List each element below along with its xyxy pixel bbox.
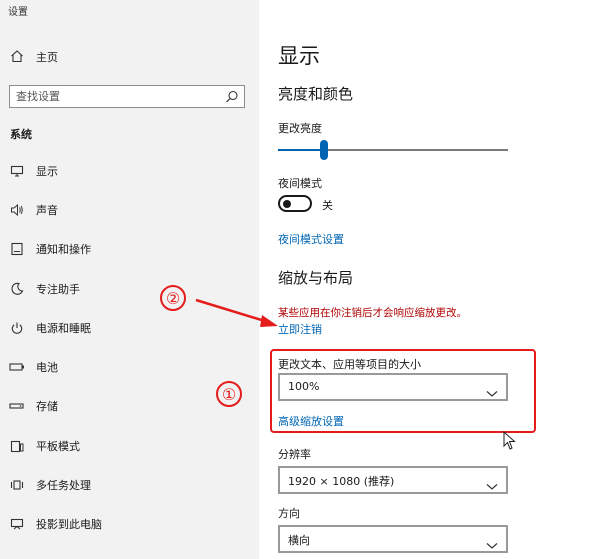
- brightness-slider[interactable]: [278, 139, 508, 161]
- sidebar-item-label: 投影到此电脑: [36, 518, 102, 532]
- sidebar-nav: 显示 声音 通知和操作 专注助手 电源和睡眠 电池 存储 平板模式 多任务处理 …: [0, 151, 259, 544]
- sidebar: 设置 主页 系统 显示 声音 通知和操作: [0, 0, 259, 559]
- brightness-color-heading: 亮度和颜色: [278, 85, 354, 103]
- sidebar-home[interactable]: 主页: [10, 48, 58, 66]
- sidebar-item-focus-assist[interactable]: 专注助手: [0, 269, 259, 308]
- sidebar-item-label: 电池: [36, 361, 58, 375]
- sidebar-item-label: 存储: [36, 400, 58, 414]
- settings-window: 设置 主页 系统 显示 声音 通知和操作: [0, 0, 600, 559]
- advanced-scaling-link[interactable]: 高级缩放设置: [278, 413, 344, 429]
- multitask-icon: [9, 477, 25, 493]
- resolution-value: 1920 × 1080 (推荐): [288, 475, 395, 488]
- storage-icon: [9, 398, 25, 414]
- chevron-down-icon: [486, 535, 498, 554]
- sidebar-item-label: 声音: [36, 203, 58, 217]
- sidebar-item-label: 平板模式: [36, 439, 80, 453]
- night-light-toggle[interactable]: [278, 195, 312, 212]
- resolution-label: 分辨率: [278, 448, 311, 461]
- brightness-slider-thumb[interactable]: [320, 140, 328, 160]
- sidebar-item-notifications[interactable]: 通知和操作: [0, 230, 259, 269]
- sidebar-item-label: 显示: [36, 164, 58, 178]
- text-size-label: 更改文本、应用等项目的大小: [278, 358, 421, 371]
- search-input[interactable]: [10, 86, 220, 107]
- main-content: 显示 亮度和颜色 更改亮度 夜间模式 关 夜间模式设置 缩放与布局 某些应用在你…: [259, 0, 600, 559]
- speaker-icon: [9, 202, 25, 218]
- window-title: 设置: [8, 7, 28, 18]
- brightness-slider-track: [328, 149, 508, 151]
- scale-layout-heading: 缩放与布局: [278, 269, 354, 287]
- chevron-down-icon: [486, 383, 498, 402]
- sidebar-item-multitasking[interactable]: 多任务处理: [0, 465, 259, 504]
- tablet-icon: [9, 438, 25, 454]
- text-size-value: 100%: [288, 380, 320, 393]
- orientation-value: 横向: [288, 534, 310, 547]
- sidebar-item-power-sleep[interactable]: 电源和睡眠: [0, 308, 259, 347]
- chevron-down-icon: [486, 476, 498, 495]
- battery-icon: [9, 359, 25, 375]
- text-size-dropdown[interactable]: 100%: [278, 373, 508, 401]
- monitor-icon: [9, 163, 25, 179]
- sidebar-item-label: 通知和操作: [36, 243, 91, 257]
- sidebar-section-system: 系统: [10, 128, 32, 141]
- home-icon: [10, 48, 24, 67]
- resolution-dropdown[interactable]: 1920 × 1080 (推荐): [278, 466, 508, 494]
- orientation-dropdown[interactable]: 横向: [278, 525, 508, 553]
- sidebar-item-label: 专注助手: [36, 282, 80, 296]
- sidebar-item-label: 电源和睡眠: [36, 321, 91, 335]
- night-light-settings-link[interactable]: 夜间模式设置: [278, 231, 344, 247]
- orientation-label: 方向: [278, 507, 300, 520]
- sidebar-item-battery[interactable]: 电池: [0, 347, 259, 386]
- sidebar-item-sound[interactable]: 声音: [0, 190, 259, 229]
- search-box[interactable]: [9, 85, 245, 108]
- scaling-warning-text: 某些应用在你注销后才会响应缩放更改。: [278, 307, 467, 319]
- mouse-cursor-icon: [503, 430, 517, 455]
- sidebar-item-label: 多任务处理: [36, 479, 91, 493]
- power-icon: [9, 320, 25, 336]
- night-light-state: 关: [322, 199, 333, 212]
- toggle-knob: [283, 199, 291, 208]
- page-title: 显示: [278, 44, 320, 68]
- sidebar-item-display[interactable]: 显示: [0, 151, 259, 190]
- search-icon[interactable]: [225, 89, 239, 108]
- sidebar-item-tablet-mode[interactable]: 平板模式: [0, 426, 259, 465]
- moon-icon: [9, 281, 25, 297]
- project-icon: [9, 516, 25, 532]
- notification-icon: [9, 241, 25, 257]
- night-light-label: 夜间模式: [278, 177, 322, 190]
- sign-out-now-link[interactable]: 立即注销: [278, 321, 322, 337]
- brightness-label: 更改亮度: [278, 122, 322, 135]
- sidebar-item-project-to-pc[interactable]: 投影到此电脑: [0, 505, 259, 544]
- sidebar-item-storage[interactable]: 存储: [0, 387, 259, 426]
- sidebar-home-label: 主页: [36, 51, 58, 64]
- brightness-slider-fill: [278, 149, 324, 151]
